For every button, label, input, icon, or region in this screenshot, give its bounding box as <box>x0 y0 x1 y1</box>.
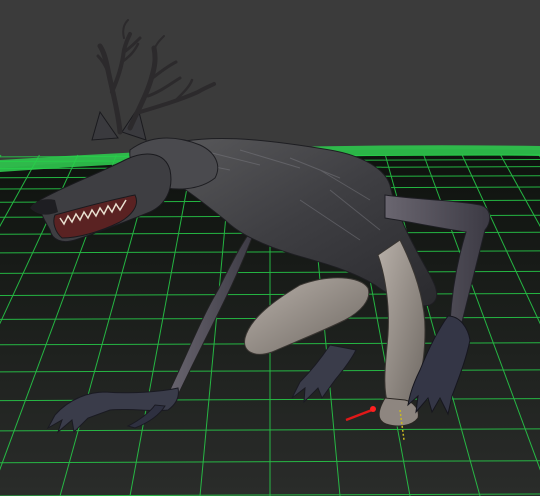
viewport-canvas[interactable] <box>0 0 540 496</box>
gizmo-origin[interactable] <box>370 406 376 412</box>
3d-viewport[interactable] <box>0 0 540 496</box>
